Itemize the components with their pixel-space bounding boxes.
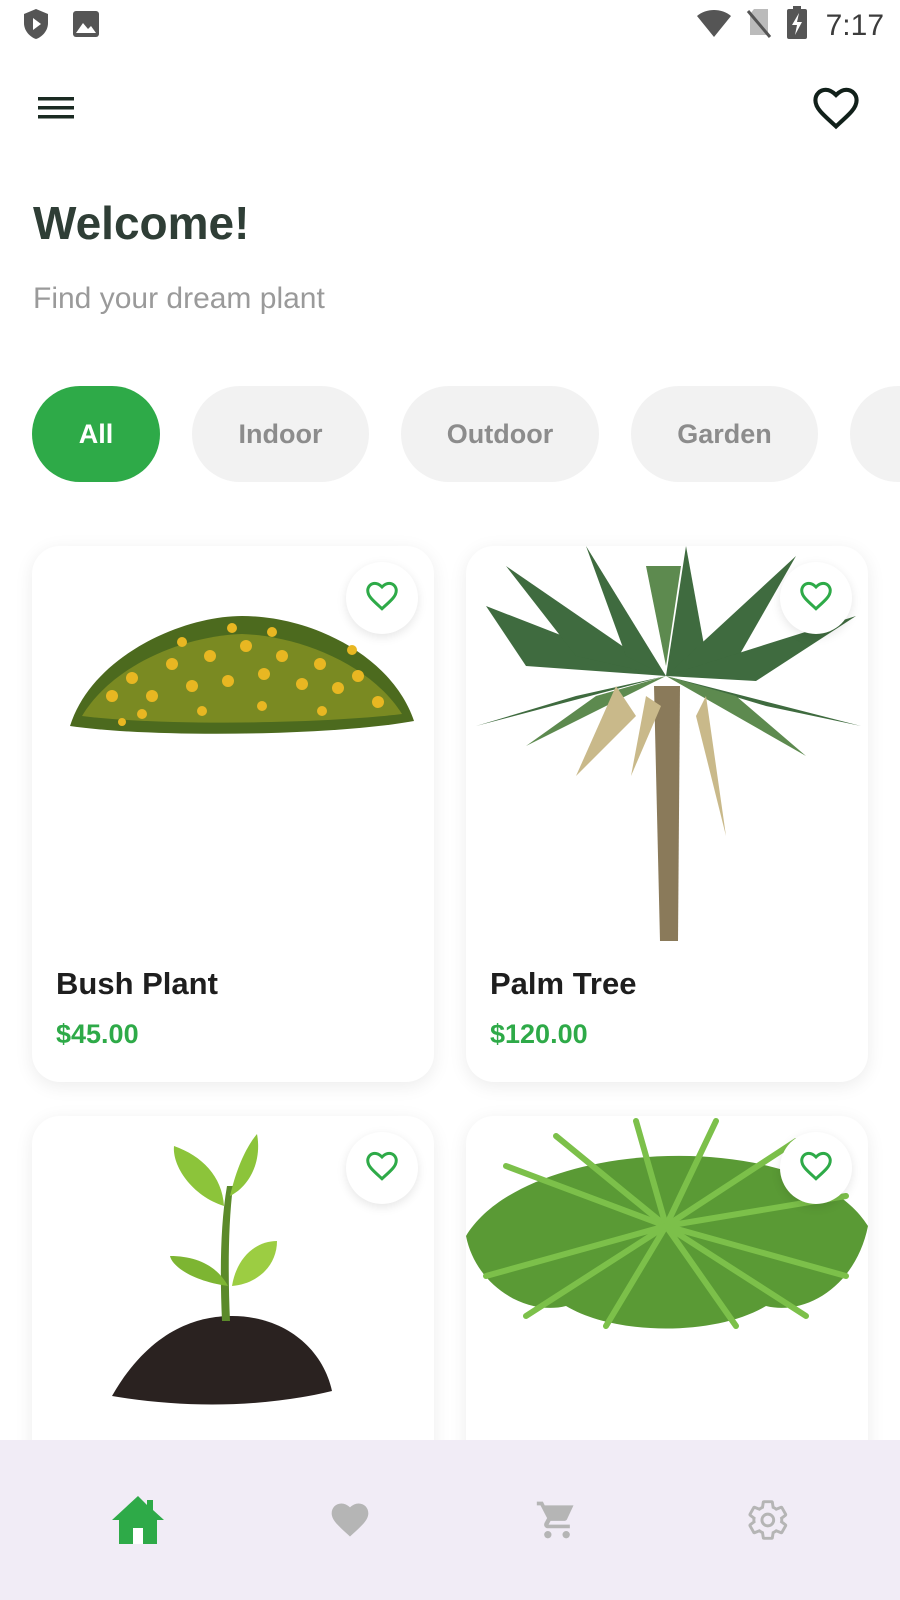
favorite-button[interactable]	[780, 1132, 852, 1204]
heart-outline-icon	[798, 1148, 834, 1189]
heart-outline-icon	[364, 578, 400, 619]
app-bar	[0, 70, 900, 140]
nav-settings[interactable]	[733, 1492, 803, 1552]
product-price: $45.00	[56, 1019, 139, 1049]
favorite-button[interactable]	[346, 1132, 418, 1204]
product-name: Palm Tree	[490, 966, 637, 1001]
favorite-button[interactable]	[346, 562, 418, 634]
heart-icon	[326, 1498, 374, 1547]
status-time: 7:17	[825, 8, 884, 42]
category-chip-garden[interactable]: Garden	[631, 386, 818, 482]
page-title: Welcome!	[33, 197, 250, 249]
category-chip-indoor[interactable]: Indoor	[192, 386, 369, 482]
product-price: $120.00	[490, 1019, 588, 1049]
settings-icon	[746, 1498, 790, 1547]
shield-play-icon	[22, 8, 50, 45]
home-icon	[110, 1494, 166, 1551]
heart-outline-icon	[364, 1148, 400, 1189]
product-card[interactable]: Bush Plant $45.00	[32, 546, 434, 1082]
nav-home[interactable]	[103, 1492, 173, 1552]
category-chip-more[interactable]	[850, 386, 900, 482]
product-name: Bush Plant	[56, 966, 218, 1001]
wifi-icon	[696, 8, 732, 43]
cart-icon	[535, 1498, 579, 1547]
category-chip-outdoor[interactable]: Outdoor	[401, 386, 599, 482]
image-icon	[72, 10, 100, 43]
battery-charging-icon	[786, 6, 808, 45]
status-bar: 7:17	[0, 0, 900, 50]
menu-icon[interactable]	[32, 88, 82, 128]
product-card[interactable]: Palm Tree $120.00	[466, 546, 868, 1082]
heart-outline-icon	[798, 578, 834, 619]
page-subtitle: Find your dream plant	[33, 282, 325, 315]
no-sim-icon	[746, 7, 772, 44]
category-chip-all[interactable]: All	[32, 386, 160, 482]
favorite-button[interactable]	[780, 562, 852, 634]
favorites-heart-icon[interactable]	[810, 82, 862, 134]
nav-cart[interactable]	[522, 1492, 592, 1552]
nav-favorites[interactable]	[315, 1492, 385, 1552]
bottom-navigation	[0, 1440, 900, 1600]
category-chips: All Indoor Outdoor Garden	[32, 386, 900, 482]
